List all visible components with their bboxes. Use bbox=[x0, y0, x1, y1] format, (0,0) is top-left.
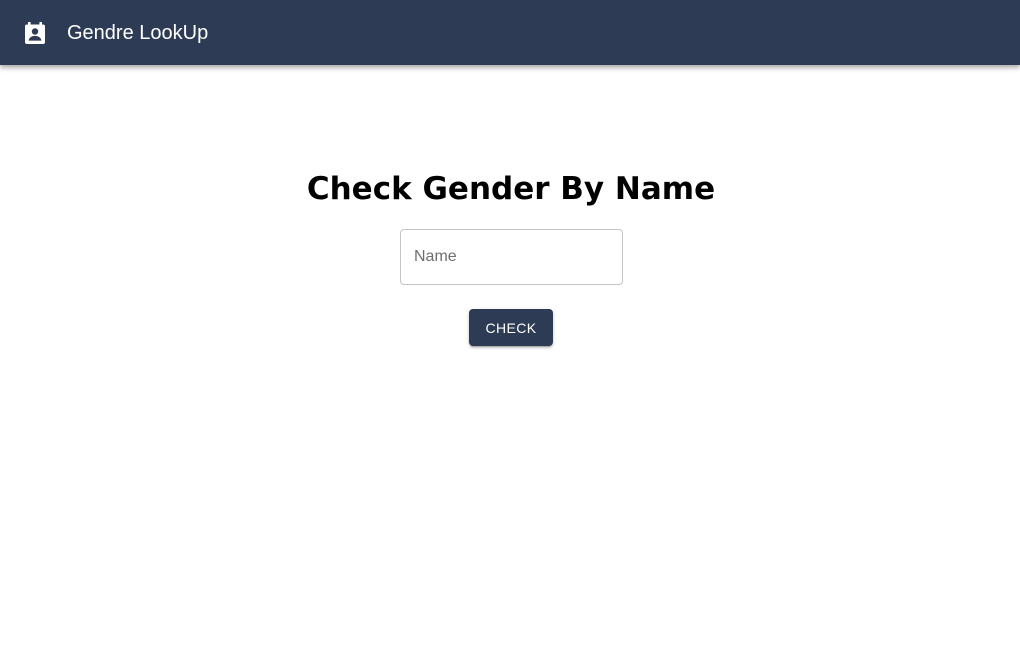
app-bar: Gendre LookUp bbox=[0, 0, 1020, 65]
app-title: Gendre LookUp bbox=[67, 22, 209, 44]
name-input[interactable] bbox=[401, 230, 622, 284]
contact-calendar-icon bbox=[24, 22, 46, 44]
name-field bbox=[400, 229, 623, 285]
page-title: Check Gender By Name bbox=[306, 171, 716, 207]
main-content: Check Gender By Name CHECK bbox=[0, 65, 1020, 666]
check-button[interactable]: CHECK bbox=[469, 309, 553, 346]
